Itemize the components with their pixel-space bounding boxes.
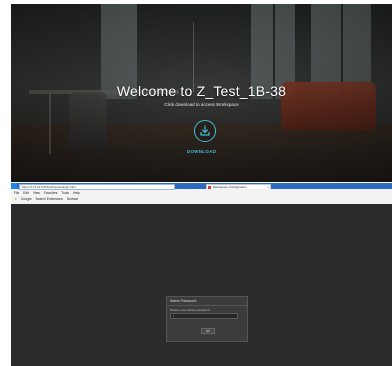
dialog-title: Admin Password (170, 299, 197, 303)
welcome-subtitle: Click download to access Workspace (164, 102, 239, 107)
menu-bar: File Edit View Favorites Tools Help (11, 191, 392, 196)
browser-chrome: https://172.16.8.35/workspace/login.html… (11, 183, 392, 205)
close-icon[interactable]: × (267, 185, 269, 189)
dialog-divider (167, 305, 247, 306)
menu-item-favorites[interactable]: Favorites (44, 191, 58, 195)
windows-start-icon[interactable] (11, 183, 17, 189)
admin-password-input[interactable]: | (170, 313, 238, 319)
address-bar-icons[interactable]: ⌕ ↻ (186, 184, 192, 188)
browser-titlebar: https://172.16.8.35/workspace/login.html… (11, 183, 392, 190)
browser-tab-title: Workspace Configuration (213, 185, 247, 189)
download-icon (200, 125, 210, 136)
browser-tab[interactable]: Workspace Configuration × (206, 184, 271, 189)
dialog-prompt: Please enter admin password (170, 308, 210, 312)
address-bar[interactable]: https://172.16.8.35/workspace/login.html (19, 184, 175, 190)
favorites-star-icon[interactable]: ★ (14, 197, 17, 201)
welcome-screen: Welcome to Z_Test_1B-38 Click download t… (11, 4, 392, 182)
download-label[interactable]: DOWNLOAD (11, 149, 392, 154)
menu-item-tools[interactable]: Tools (61, 191, 69, 195)
page-content: Admin Password Please enter admin passwo… (11, 204, 392, 366)
favorites-bar: ★ Google Search Extensions Surface (11, 197, 392, 202)
favorite-surface[interactable]: Surface (67, 197, 78, 201)
menu-item-view[interactable]: View (33, 191, 40, 195)
download-button[interactable] (194, 120, 216, 142)
menu-item-help[interactable]: Help (73, 191, 80, 195)
menu-item-edit[interactable]: Edit (23, 191, 29, 195)
favorite-search-extensions[interactable]: Search Extensions (35, 197, 63, 201)
menu-item-file[interactable]: File (14, 191, 19, 195)
admin-password-dialog: Admin Password Please enter admin passwo… (166, 296, 248, 342)
ok-button[interactable]: OK (201, 328, 215, 334)
welcome-title: Welcome to Z_Test_1B-38 (116, 83, 287, 99)
favorite-google[interactable]: Google (21, 197, 32, 201)
tab-favicon-icon (208, 186, 211, 189)
